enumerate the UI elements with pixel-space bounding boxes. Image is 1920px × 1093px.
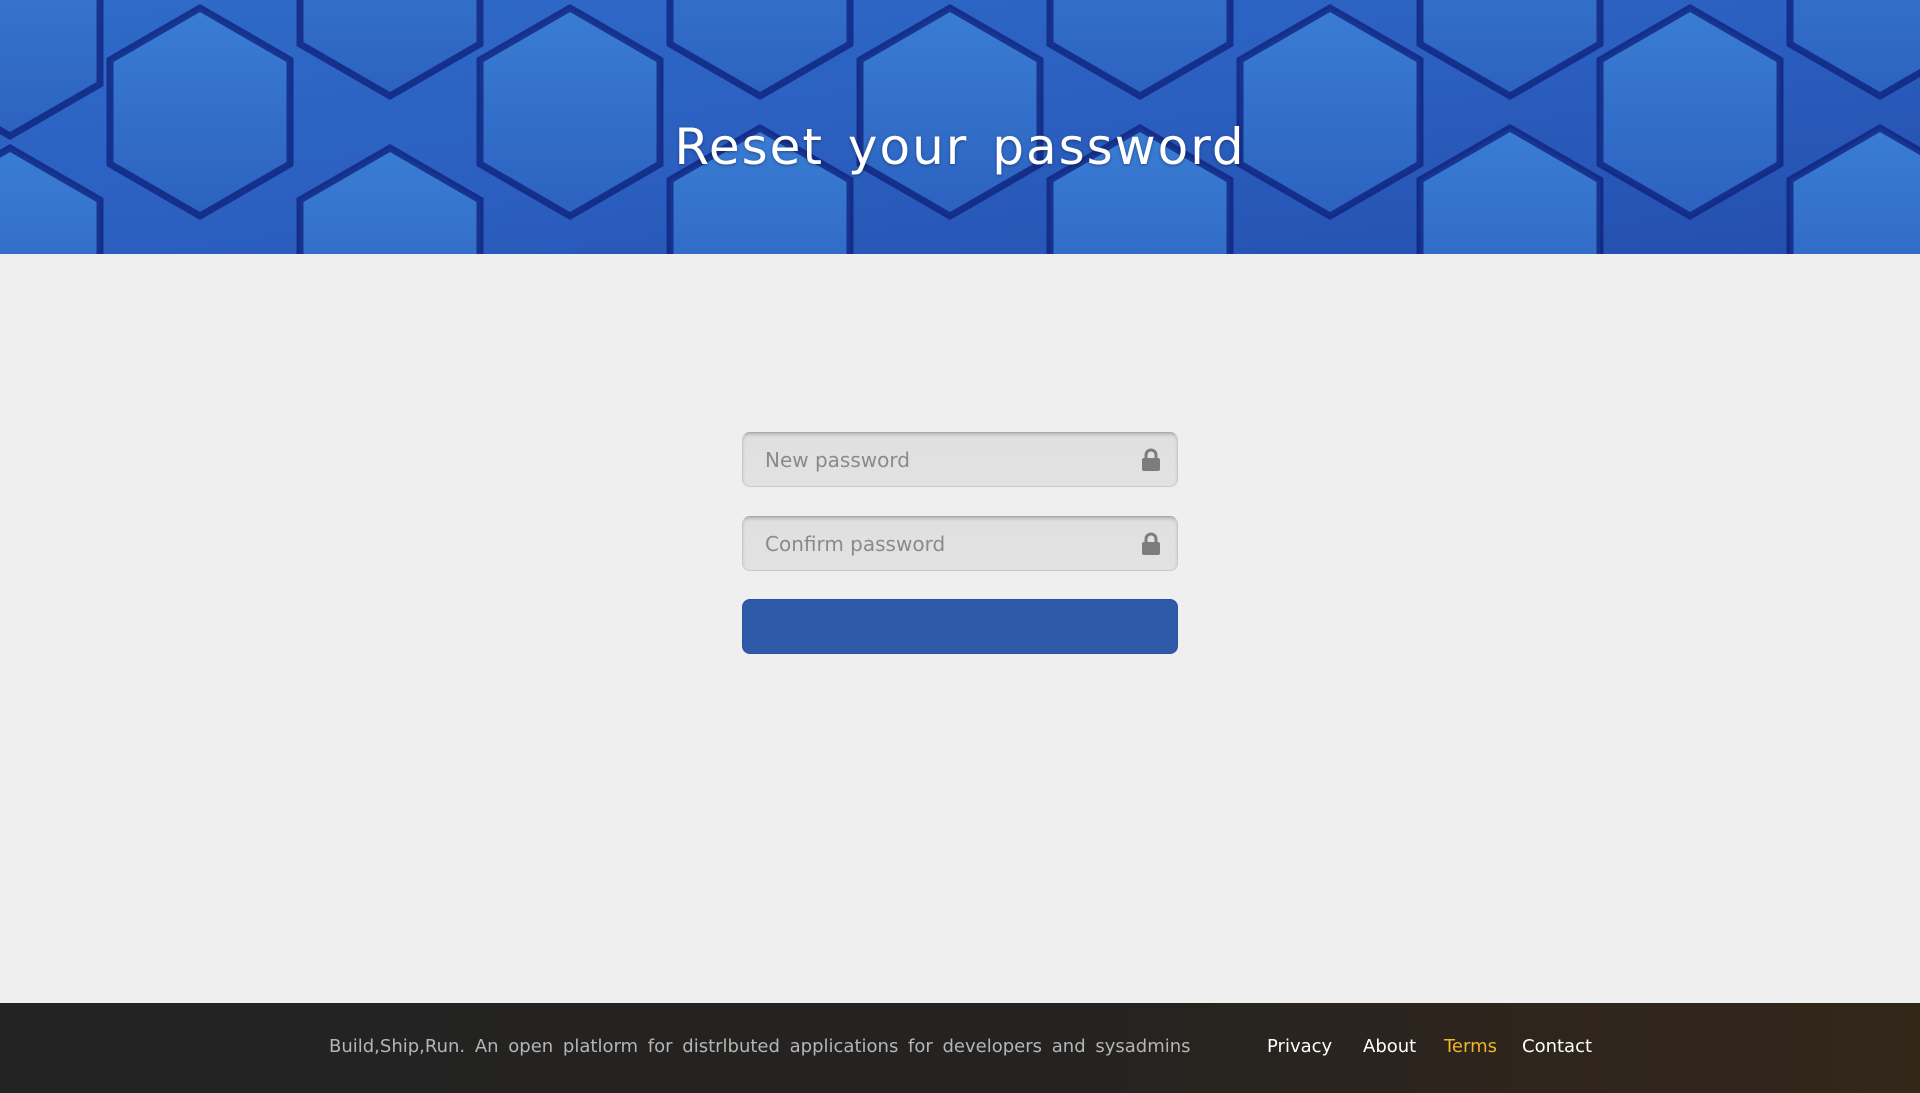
confirm-password-input[interactable]	[743, 517, 1177, 570]
footer-tagline: Build,Ship,Run. An open platlorm for dis…	[329, 1036, 1191, 1057]
reset-password-submit-button[interactable]	[742, 599, 1178, 654]
footer-link-privacy[interactable]: Privacy	[1267, 1036, 1332, 1057]
lock-icon	[1142, 532, 1160, 555]
footer-link-about[interactable]: About	[1363, 1036, 1416, 1057]
page-title: Reset your password	[674, 118, 1246, 176]
hero-banner: Reset your password	[0, 0, 1920, 254]
lock-icon	[1142, 448, 1160, 471]
footer-link-contact[interactable]: Contact	[1522, 1036, 1592, 1057]
footer: Build,Ship,Run. An open platlorm for dis…	[0, 1003, 1920, 1093]
new-password-input[interactable]	[743, 433, 1177, 486]
footer-link-terms[interactable]: Terms	[1444, 1036, 1497, 1057]
new-password-field[interactable]	[742, 432, 1178, 487]
confirm-password-field[interactable]	[742, 516, 1178, 571]
